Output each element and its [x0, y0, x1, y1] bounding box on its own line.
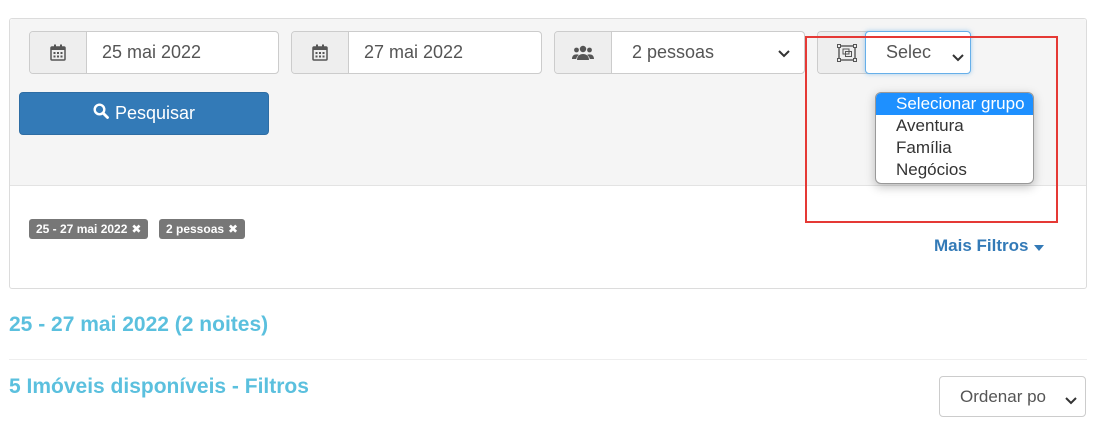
checkin-date-input[interactable]: 25 mai 2022 — [87, 32, 278, 73]
group-option-aventura[interactable]: Aventura — [876, 115, 1033, 137]
filter-tag-dates[interactable]: 25 - 27 mai 2022 ✖ — [29, 219, 149, 239]
users-icon — [555, 32, 612, 73]
guests-select-value: 2 pessoas — [632, 42, 715, 62]
chevron-down-icon — [1065, 390, 1077, 410]
group-option-familia[interactable]: Família — [876, 137, 1033, 159]
group-select-value: Selec — [886, 42, 932, 62]
calendar-icon — [30, 32, 87, 73]
search-button[interactable]: Pesquisar — [19, 92, 269, 135]
divider — [9, 359, 1087, 360]
filter-tag-label: 2 pessoas — [166, 222, 225, 236]
checkout-date-input[interactable]: 27 mai 2022 — [349, 32, 541, 73]
filter-tag-guests[interactable]: 2 pessoas ✖ — [159, 219, 246, 239]
more-filters-label: Mais Filtros — [934, 236, 1029, 255]
chevron-down-icon — [952, 46, 964, 67]
chevron-down-icon — [778, 42, 790, 63]
close-icon[interactable]: ✖ — [228, 222, 238, 236]
calendar-icon — [292, 32, 349, 73]
close-icon[interactable]: ✖ — [131, 222, 141, 236]
group-option-negocios[interactable]: Negócios — [876, 159, 1033, 181]
group-option-selecionar[interactable]: Selecionar grupo — [876, 93, 1033, 115]
guests-group[interactable]: 2 pessoas — [554, 31, 805, 74]
caret-down-icon — [1034, 236, 1045, 256]
filter-tag-label: 25 - 27 mai 2022 — [36, 222, 128, 236]
more-filters-toggle[interactable]: Mais Filtros — [934, 236, 1045, 256]
search-icon — [93, 103, 109, 124]
guests-select[interactable]: 2 pessoas — [612, 32, 804, 73]
search-button-label: Pesquisar — [114, 103, 196, 123]
sort-select[interactable]: Ordenar po — [939, 376, 1086, 417]
results-dates-heading: 25 - 27 mai 2022 (2 noites) — [9, 313, 269, 336]
group-dropdown-list: Selecionar grupo Aventura Família Negóci… — [875, 92, 1034, 184]
sort-select-value: Ordenar po — [960, 386, 1046, 406]
group-select[interactable]: Selec — [865, 31, 971, 74]
results-count-heading: 5 Imóveis disponíveis - Filtros — [9, 375, 309, 398]
checkin-date-group[interactable]: 25 mai 2022 — [29, 31, 279, 74]
checkout-date-group[interactable]: 27 mai 2022 — [291, 31, 542, 74]
